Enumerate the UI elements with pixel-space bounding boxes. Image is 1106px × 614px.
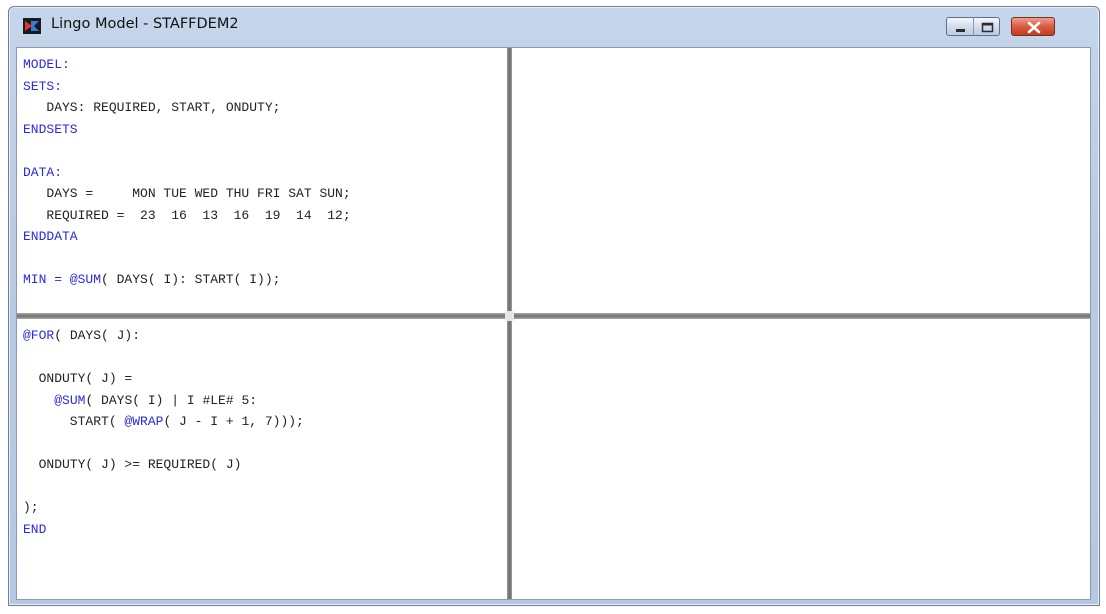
editor-client-area: MODEL: SETS: DAYS: REQUIRED, START, ONDUT… (16, 47, 1091, 600)
code-line: ); (23, 497, 507, 519)
code-keyword: @SUM (54, 392, 86, 408)
code-line: DAYS: REQUIRED, START, ONDUTY; (23, 97, 507, 119)
code-line: ONDUTY( J) >= REQUIRED( J) (23, 454, 507, 476)
code-keyword: MIN = (23, 272, 70, 287)
code-text: ONDUTY( J) = (23, 371, 133, 386)
code-keyword: @FOR (23, 328, 55, 343)
code-line: DATA: (23, 162, 507, 184)
model-code-bottom[interactable]: @FOR( DAYS( J): ONDUTY( J) = @SUM( DAYS(… (17, 319, 507, 540)
code-text: ( J - I + 1, 7))); (163, 414, 304, 429)
code-line: ENDSETS (23, 119, 507, 141)
horizontal-splitter[interactable] (17, 313, 1090, 319)
close-button[interactable] (1011, 17, 1055, 36)
editor-pane-bottom-right[interactable] (512, 319, 1090, 599)
editor-pane-bottom-left[interactable]: @FOR( DAYS( J): ONDUTY( J) = @SUM( DAYS(… (17, 319, 507, 599)
editor-pane-top-right[interactable] (512, 48, 1090, 313)
code-text: ); (23, 500, 39, 515)
code-keyword: ENDDATA (23, 229, 78, 244)
title-bar[interactable]: Lingo Model - STAFFDEM2 (9, 7, 1099, 45)
lingo-app-icon (23, 18, 41, 34)
code-text: START( (23, 414, 125, 429)
code-keyword: SETS: (23, 78, 63, 94)
code-text: DAYS = MON TUE WED THU FRI SAT SUN; (23, 186, 351, 201)
code-keyword: MODEL: (23, 57, 70, 72)
code-line: MIN = @SUM( DAYS( I): START( I)); (23, 269, 507, 291)
code-text: ( DAYS( I) | I #LE# 5: (85, 392, 258, 408)
code-line: START( @WRAP( J - I + 1, 7))); (23, 411, 507, 433)
editor-pane-top-left[interactable]: MODEL: SETS: DAYS: REQUIRED, START, ONDUT… (17, 48, 507, 313)
code-text: ( DAYS( J): (54, 328, 141, 343)
code-line: ENDDATA (23, 226, 507, 248)
code-keyword: ENDSETS (23, 121, 78, 137)
code-text: REQUIRED = 23 16 13 16 19 14 12; (23, 207, 351, 223)
splitter-handle[interactable] (505, 311, 514, 321)
code-line: SETS: (23, 76, 507, 98)
lingo-model-window: Lingo Model - STAFFDEM2 MODEL: SETS: DAYS… (8, 6, 1100, 606)
code-keyword: @SUM (69, 272, 102, 287)
window-title: Lingo Model - STAFFDEM2 (51, 16, 239, 32)
vertical-splitter[interactable] (507, 48, 512, 599)
code-line: MODEL: (23, 54, 507, 76)
code-text: DAYS: REQUIRED, START, ONDUTY; (23, 100, 281, 115)
code-line: ONDUTY( J) = (23, 368, 507, 390)
code-line: DAYS = MON TUE WED THU FRI SAT SUN; (23, 183, 507, 205)
code-text: ( DAYS( I): START( I)); (101, 272, 281, 287)
model-code-top[interactable]: MODEL: SETS: DAYS: REQUIRED, START, ONDUT… (17, 48, 507, 291)
code-text: ONDUTY( J) >= REQUIRED( J) (23, 457, 242, 472)
maximize-icon (981, 22, 994, 33)
code-keyword: END (23, 521, 47, 537)
code-keyword: DATA: (23, 164, 63, 180)
maximize-button[interactable] (973, 17, 1000, 36)
minimize-button[interactable] (946, 17, 974, 36)
code-keyword: @WRAP (124, 414, 164, 429)
minimize-icon (956, 29, 965, 32)
code-line: END (23, 519, 507, 541)
close-icon (1027, 21, 1041, 34)
code-line: @FOR( DAYS( J): (23, 325, 507, 347)
code-line: REQUIRED = 23 16 13 16 19 14 12; (23, 205, 507, 227)
code-line: @SUM( DAYS( I) | I #LE# 5: (23, 390, 507, 412)
